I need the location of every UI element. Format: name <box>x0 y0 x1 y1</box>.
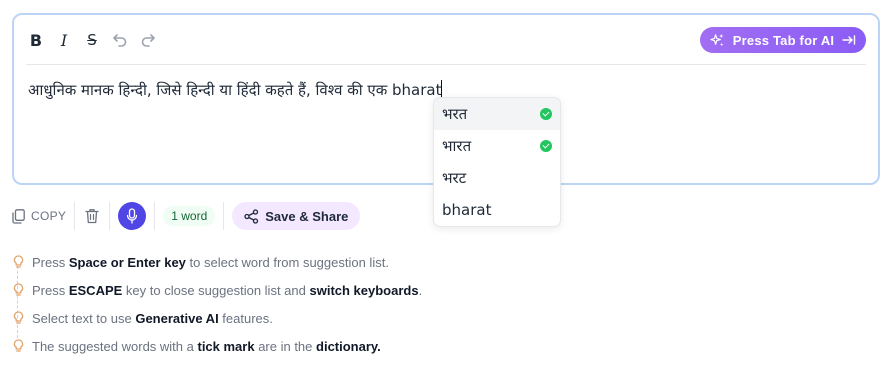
action-bar: COPY 1 word Save & Share <box>12 202 361 230</box>
tip-emphasis: ESCAPE <box>68 282 123 298</box>
toolbar-divider <box>26 64 866 65</box>
tip-text-part: Press <box>32 282 69 298</box>
italic-button[interactable]: I <box>54 28 74 52</box>
tip-text: Select text to use Generative AI feature… <box>32 311 273 326</box>
bold-button[interactable]: B <box>26 28 46 52</box>
suggestion-item[interactable]: भारत <box>434 130 560 162</box>
copy-icon <box>12 208 25 224</box>
tip-text-part: are in the <box>254 338 317 354</box>
tip-item: The suggested words with a tick mark are… <box>12 332 422 360</box>
strikethrough-button[interactable]: S <box>82 28 102 52</box>
suggestion-item[interactable]: भरत <box>434 98 560 130</box>
redo-icon <box>141 34 155 47</box>
lightbulb-icon <box>12 283 24 297</box>
text-caret <box>441 80 443 98</box>
check-icon <box>540 108 552 120</box>
ai-button-label: Press Tab for AI <box>732 32 835 48</box>
sparkle-icon <box>710 33 724 46</box>
share-icon <box>244 208 259 224</box>
tip-item: Select text to use Generative AI feature… <box>12 304 422 332</box>
tip-emphasis: switch keyboards <box>309 282 419 298</box>
save-share-button[interactable]: Save & Share <box>232 202 361 230</box>
tip-text: Press Space or Enter key to select word … <box>32 255 389 270</box>
suggestion-item[interactable]: भरट <box>434 162 560 194</box>
undo-button[interactable] <box>110 28 130 52</box>
tip-emphasis: dictionary. <box>316 338 381 354</box>
lightbulb-icon <box>12 311 24 325</box>
suggestion-text: भरट <box>442 169 467 187</box>
tip-emphasis: Space or Enter key <box>68 254 186 270</box>
tab-arrow-icon <box>842 35 856 45</box>
tip-text-part: Select text to use <box>32 310 136 326</box>
tip-item: Press Space or Enter key to select word … <box>12 248 422 276</box>
suggestion-item[interactable]: bharat <box>434 194 560 226</box>
trash-icon <box>85 209 99 224</box>
editor-text: आधुनिक मानक हिन्दी, जिसे हिन्दी या हिंदी… <box>28 81 393 99</box>
tip-text-part: The suggested words with a <box>32 338 198 354</box>
copy-button[interactable]: COPY <box>12 208 67 224</box>
suggestion-text: भरत <box>442 105 468 123</box>
separator <box>109 202 111 230</box>
mic-button[interactable] <box>118 202 147 230</box>
separator <box>223 202 225 230</box>
copy-label: COPY <box>31 209 67 223</box>
separator <box>74 202 76 230</box>
ai-button[interactable]: Press Tab for AI <box>700 27 866 53</box>
word-count-badge: 1 word <box>163 206 216 226</box>
tip-text-part: to select word from suggestion list. <box>185 254 389 270</box>
editor-text-area[interactable]: आधुनिक मानक हिन्दी, जिसे हिन्दी या हिंदी… <box>28 80 443 100</box>
save-share-label: Save & Share <box>265 208 349 224</box>
redo-button[interactable] <box>138 28 158 52</box>
check-icon <box>540 140 552 152</box>
tip-emphasis: tick mark <box>197 338 255 354</box>
current-word: bharat <box>392 81 442 99</box>
tip-text: The suggested words with a tick mark are… <box>32 339 381 354</box>
microphone-icon <box>127 208 138 224</box>
undo-icon <box>113 34 127 47</box>
suggestion-text: भारत <box>442 137 472 155</box>
lightbulb-icon <box>12 255 24 269</box>
format-toolbar: B I S <box>26 27 158 53</box>
tip-text-part: features. <box>218 310 273 326</box>
suggestion-text: bharat <box>442 201 492 219</box>
tip-text-part: . <box>418 282 423 298</box>
tips-list: Press Space or Enter key to select word … <box>12 248 422 360</box>
suggestion-list: भरत भारत भरट bharat <box>433 97 561 227</box>
lightbulb-icon <box>12 339 24 353</box>
delete-button[interactable] <box>83 207 101 225</box>
tip-emphasis: Generative AI <box>135 310 219 326</box>
tip-text-part: Press <box>32 254 69 270</box>
tip-text-part: key to close suggestion list and <box>122 282 310 298</box>
separator <box>154 202 156 230</box>
tip-item: Press ESCAPE key to close suggestion lis… <box>12 276 422 304</box>
tip-text: Press ESCAPE key to close suggestion lis… <box>32 283 422 298</box>
